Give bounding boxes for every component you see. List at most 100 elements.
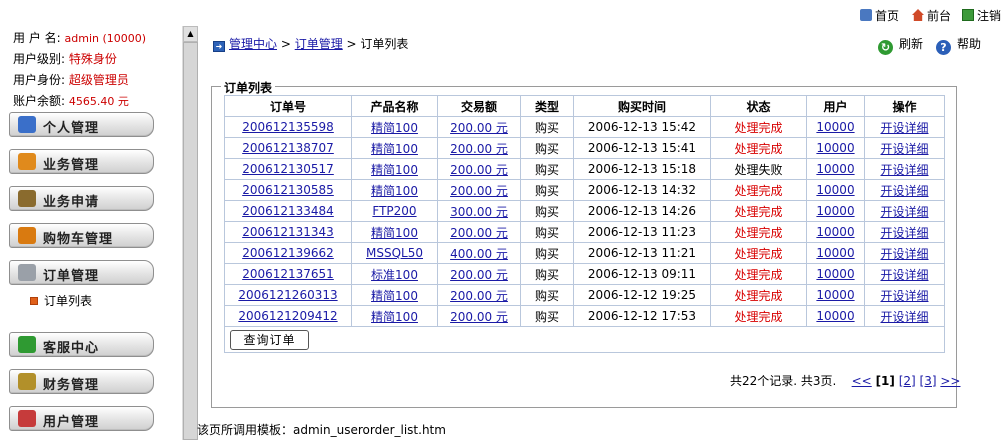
sidebar-item-order-list[interactable]: 订单列表 [30, 292, 92, 309]
product-link[interactable]: FTP200 [372, 204, 416, 218]
product-link[interactable]: 精简100 [371, 121, 418, 135]
detail-link[interactable]: 开设详细 [880, 247, 928, 261]
user-level-label: 用户级别: [13, 52, 66, 66]
table-cell: 购买 [520, 137, 574, 159]
detail-link[interactable]: 开设详细 [880, 142, 928, 156]
product-link[interactable]: 精简100 [371, 142, 418, 156]
table-cell: 开设详细 [864, 137, 945, 159]
user-link[interactable]: 10000 [816, 288, 854, 302]
menu-cart[interactable]: 购物车管理 [9, 223, 154, 248]
logout-link[interactable]: 注销 [962, 7, 1001, 24]
home-link[interactable]: 首页 [860, 7, 899, 24]
breadcrumb-root[interactable]: 管理中心 [229, 37, 277, 51]
user-link[interactable]: 10000 [816, 162, 854, 176]
table-cell: 2006-12-13 09:11 [573, 263, 711, 285]
amount-link[interactable]: 200.00 元 [450, 226, 508, 240]
detail-link[interactable]: 开设详细 [880, 310, 928, 324]
menu-service[interactable]: 客服中心 [9, 332, 154, 357]
user-link[interactable]: 10000 [816, 267, 854, 281]
menu-finance[interactable]: 财务管理 [9, 369, 154, 394]
amount-link[interactable]: 200.00 元 [450, 121, 508, 135]
pager-page-3[interactable]: [3] [920, 374, 937, 388]
detail-link[interactable]: 开设详细 [880, 226, 928, 240]
menu-label: 客服中心 [43, 341, 100, 356]
menu-business[interactable]: 业务管理 [9, 149, 154, 174]
menu-orders[interactable]: 订单管理 [9, 260, 154, 285]
detail-link[interactable]: 开设详细 [880, 163, 928, 177]
menu-apply[interactable]: 业务申请 [9, 186, 154, 211]
pager-next[interactable]: >> [940, 374, 960, 388]
user-link[interactable]: 10000 [816, 204, 854, 218]
scroll-up-arrow-icon[interactable]: ▲ [183, 26, 198, 42]
product-link[interactable]: 精简100 [371, 184, 418, 198]
product-link[interactable]: MSSQL50 [366, 246, 423, 260]
order-number-link[interactable]: 200612131343 [242, 225, 334, 239]
table-cell: 精简100 [351, 284, 438, 306]
amount-link[interactable]: 200.00 元 [450, 268, 508, 282]
user-link[interactable]: 10000 [816, 246, 854, 260]
type-cell: 购买 [534, 225, 559, 240]
detail-link[interactable]: 开设详细 [880, 268, 928, 282]
detail-link[interactable]: 开设详细 [880, 184, 928, 198]
user-name-value: admin (10000) [64, 32, 147, 45]
user-balance-row: 账户余额: 4565.40 元 [13, 93, 129, 110]
table-cell: 2006-12-13 11:21 [573, 242, 711, 264]
order-number-link[interactable]: 200612137651 [242, 267, 334, 281]
amount-link[interactable]: 400.00 元 [450, 247, 508, 261]
front-label: 前台 [927, 9, 952, 23]
table-cell: 购买 [520, 200, 574, 222]
amount-link[interactable]: 200.00 元 [450, 310, 508, 324]
order-number-link[interactable]: 200612133484 [242, 204, 334, 218]
amount-link[interactable]: 200.00 元 [450, 142, 508, 156]
product-link[interactable]: 精简100 [371, 226, 418, 240]
sidebar-scrollbar[interactable]: ▲ [182, 26, 198, 440]
help-button[interactable]: ? 帮助 [936, 35, 981, 55]
detail-link[interactable]: 开设详细 [880, 121, 928, 135]
pagination: 共22个记录. 共3页. << [1] [2] [3] >> [730, 372, 960, 389]
user-link[interactable]: 10000 [816, 309, 854, 323]
user-link[interactable]: 10000 [816, 183, 854, 197]
table-cell: 10000 [806, 200, 865, 222]
status-cell: 处理失败 [734, 162, 783, 177]
pager-page-2[interactable]: [2] [899, 374, 916, 388]
order-number-link[interactable]: 200612135598 [242, 120, 334, 134]
detail-link[interactable]: 开设详细 [880, 205, 928, 219]
user-link[interactable]: 10000 [816, 141, 854, 155]
order-number-link[interactable]: 200612130585 [242, 183, 334, 197]
amount-link[interactable]: 200.00 元 [450, 184, 508, 198]
order-number-link[interactable]: 200612130517 [242, 162, 334, 176]
scroll-thumb[interactable] [183, 42, 198, 440]
user-link[interactable]: 10000 [816, 120, 854, 134]
breadcrumb-parent[interactable]: 订单管理 [295, 37, 343, 51]
user-identity-row: 用户身份: 超级管理员 [13, 72, 129, 88]
table-row: 200612130517 精简100 200.00 元 购买 2006-12-13 15… [224, 158, 945, 180]
front-link[interactable]: 前台 [912, 7, 951, 24]
user-link[interactable]: 10000 [816, 225, 854, 239]
amount-link[interactable]: 300.00 元 [450, 205, 508, 219]
menu-users[interactable]: 用户管理 [9, 406, 154, 431]
type-cell: 购买 [534, 204, 559, 219]
table-cell: 200.00 元 [437, 221, 521, 243]
product-link[interactable]: 精简100 [371, 310, 418, 324]
table-cell: 300.00 元 [437, 200, 521, 222]
query-orders-button[interactable]: 查询订单 [230, 329, 309, 350]
menu-personal[interactable]: 个人管理 [9, 112, 154, 137]
product-link[interactable]: 标准100 [371, 268, 418, 282]
detail-link[interactable]: 开设详细 [880, 289, 928, 303]
product-link[interactable]: 精简100 [371, 163, 418, 177]
refresh-button[interactable]: ↻ 刷新 [878, 35, 923, 55]
table-cell: 200612138707 [224, 137, 352, 159]
table-cell: 开设详细 [864, 263, 945, 285]
order-number-link[interactable]: 2006121260313 [238, 288, 337, 302]
order-number-link[interactable]: 2006121209412 [238, 309, 337, 323]
pager-prev[interactable]: << [852, 374, 872, 388]
table-row: 2006121209412 精简100 200.00 元 购买 2006-12-12 1… [224, 305, 945, 327]
users-icon [18, 410, 36, 427]
amount-link[interactable]: 200.00 元 [450, 289, 508, 303]
table-cell: 开设详细 [864, 200, 945, 222]
product-link[interactable]: 精简100 [371, 289, 418, 303]
order-number-link[interactable]: 200612138707 [242, 141, 334, 155]
arrow-right-icon: ➜ [213, 41, 225, 52]
amount-link[interactable]: 200.00 元 [450, 163, 508, 177]
order-number-link[interactable]: 200612139662 [242, 246, 334, 260]
